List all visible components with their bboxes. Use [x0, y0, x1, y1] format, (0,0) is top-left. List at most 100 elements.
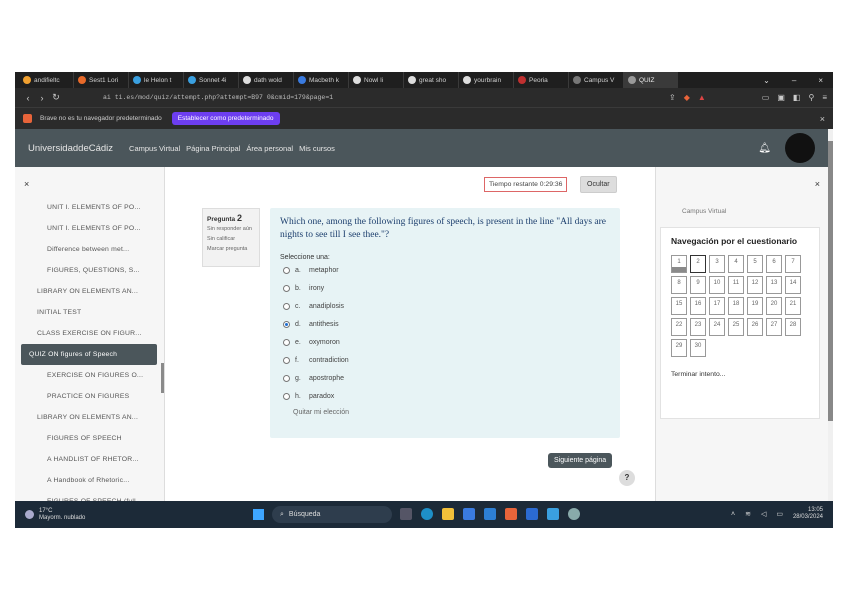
browser-tab[interactable]: yourbrain: [459, 72, 514, 88]
question-nav-button[interactable]: 11: [728, 276, 744, 294]
page-scrollbar-thumb[interactable]: [828, 141, 833, 421]
course-index-item[interactable]: FIGURES, QUESTIONS, S...: [15, 260, 164, 281]
course-index-item[interactable]: UNIT I. ELEMENTS OF PO...: [15, 218, 164, 239]
notifications-bell-icon[interactable]: 🔔︎: [758, 143, 771, 154]
question-nav-button[interactable]: 15: [671, 297, 687, 315]
page-scrollbar[interactable]: [828, 129, 833, 501]
tray-chevron-icon[interactable]: ˄: [731, 511, 735, 518]
menu-icon[interactable]: ≡: [822, 93, 827, 102]
course-index-item[interactable]: CLASS EXERCISE ON FIGUR...: [15, 323, 164, 344]
close-window-icon[interactable]: ×: [818, 76, 823, 85]
course-index-item[interactable]: UNIT I. ELEMENTS OF PO...: [15, 197, 164, 218]
question-nav-button[interactable]: 19: [747, 297, 763, 315]
radio-button[interactable]: [283, 266, 290, 274]
widgets-icon[interactable]: [400, 508, 412, 520]
wifi-icon[interactable]: ≋: [745, 510, 751, 518]
question-nav-button[interactable]: 18: [728, 297, 744, 315]
question-nav-button[interactable]: 16: [690, 297, 706, 315]
photos-icon[interactable]: [547, 508, 559, 520]
right-drawer-close-icon[interactable]: ×: [815, 179, 820, 189]
browser-tab[interactable]: Sest1 Lori: [74, 72, 129, 88]
question-nav-button[interactable]: 7: [785, 255, 801, 273]
answer-option[interactable]: d. antithesis: [283, 315, 610, 333]
set-default-button[interactable]: Establecer como predeterminado: [171, 112, 280, 125]
course-index-item[interactable]: LIBRARY ON ELEMENTS AN...: [15, 281, 164, 302]
browser-tab[interactable]: Peoria: [514, 72, 569, 88]
file-explorer-icon[interactable]: [442, 508, 454, 520]
browser-tab[interactable]: Sonnet 4i: [184, 72, 239, 88]
store-icon[interactable]: [463, 508, 475, 520]
answer-option[interactable]: c. anadiplosis: [283, 297, 610, 315]
question-nav-button[interactable]: 23: [690, 318, 706, 336]
browser-tab[interactable]: andifieltc: [19, 72, 74, 88]
nav-pagina-principal[interactable]: Página Principal: [186, 144, 240, 153]
site-brand[interactable]: UniversidaddeCádiz: [28, 143, 113, 154]
forward-icon[interactable]: ›: [35, 93, 49, 103]
course-index-item[interactable]: FIGURES OF SPEECH: [15, 428, 164, 449]
course-index-item[interactable]: A HANDLIST OF RHETOR...: [15, 449, 164, 470]
course-index-item[interactable]: INITIAL TEST: [15, 302, 164, 323]
question-nav-button[interactable]: 29: [671, 339, 687, 357]
question-nav-button[interactable]: 28: [785, 318, 801, 336]
hide-timer-button[interactable]: Ocultar: [580, 176, 617, 193]
word-icon[interactable]: [526, 508, 538, 520]
question-nav-button[interactable]: 17: [709, 297, 725, 315]
radio-button[interactable]: [283, 374, 290, 382]
windows-start-icon[interactable]: [253, 509, 264, 520]
infobar-close-icon[interactable]: ×: [820, 114, 825, 124]
browser-tab[interactable]: Campus V: [569, 72, 624, 88]
back-icon[interactable]: ‹: [21, 93, 35, 103]
question-nav-button[interactable]: 1: [671, 255, 687, 273]
weather-widget[interactable]: 17°C Mayorm. nublado: [25, 508, 85, 522]
question-nav-button[interactable]: 21: [785, 297, 801, 315]
course-index-item[interactable]: Difference between met...: [15, 239, 164, 260]
course-index-item[interactable]: QUIZ ON figures of Speech: [21, 344, 157, 365]
edge-icon[interactable]: [421, 508, 433, 520]
volume-icon[interactable]: ◁: [761, 510, 766, 518]
course-index-item[interactable]: PRACTICE ON FIGURES: [15, 386, 164, 407]
radio-button[interactable]: [283, 338, 290, 346]
answer-option[interactable]: b. irony: [283, 279, 610, 297]
question-nav-button[interactable]: 26: [747, 318, 763, 336]
rewards-icon[interactable]: ▲: [698, 93, 706, 102]
course-index-item[interactable]: EXERCISE ON FIGURES O...: [15, 365, 164, 386]
battery-icon[interactable]: ▭: [776, 510, 783, 518]
brave-shield-icon[interactable]: ◆: [684, 93, 690, 102]
question-nav-button[interactable]: 24: [709, 318, 725, 336]
sidebar-toggle-icon[interactable]: ▭: [762, 93, 770, 102]
question-nav-button[interactable]: 9: [690, 276, 706, 294]
settings-icon[interactable]: [568, 508, 580, 520]
mail-icon[interactable]: [484, 508, 496, 520]
nav-mis-cursos[interactable]: Mis cursos: [299, 144, 335, 153]
reload-icon[interactable]: ↻: [49, 92, 63, 103]
wallet-icon[interactable]: ◧: [793, 93, 801, 102]
browser-tab[interactable]: le Helon t: [129, 72, 184, 88]
finish-attempt-link[interactable]: Terminar intento...: [671, 371, 809, 378]
radio-button[interactable]: [283, 302, 290, 310]
url-field[interactable]: ai ti.es/mod/quiz/attempt.php?attempt=B9…: [103, 91, 669, 104]
drawer-close-icon[interactable]: ×: [24, 179, 29, 189]
taskbar-search[interactable]: ⌕ Búsqueda: [272, 506, 392, 523]
browser-tab[interactable]: dath wold: [239, 72, 294, 88]
clear-choice-link[interactable]: Quitar mi elección: [293, 409, 610, 416]
radio-button[interactable]: [283, 392, 290, 400]
question-nav-button[interactable]: 25: [728, 318, 744, 336]
question-nav-button[interactable]: 3: [709, 255, 725, 273]
nav-campus-virtual[interactable]: Campus Virtual: [129, 144, 180, 153]
radio-button[interactable]: [283, 320, 290, 328]
radio-button[interactable]: [283, 356, 290, 364]
radio-button[interactable]: [283, 284, 290, 292]
question-nav-button[interactable]: 20: [766, 297, 782, 315]
help-icon[interactable]: ?: [619, 470, 635, 486]
browser-tab[interactable]: Macbeth k: [294, 72, 349, 88]
extensions-icon[interactable]: ▣: [777, 93, 785, 102]
question-nav-button[interactable]: 27: [766, 318, 782, 336]
course-index-item[interactable]: FIGURES OF SPEECH (full...: [15, 491, 164, 501]
brave-icon[interactable]: [505, 508, 517, 520]
share-icon[interactable]: ⇪: [669, 93, 676, 102]
question-nav-button[interactable]: 12: [747, 276, 763, 294]
course-index-item[interactable]: A Handbook of Rhetoric...: [15, 470, 164, 491]
answer-option[interactable]: f. contradiction: [283, 351, 610, 369]
question-nav-button[interactable]: 30: [690, 339, 706, 357]
question-nav-button[interactable]: 6: [766, 255, 782, 273]
